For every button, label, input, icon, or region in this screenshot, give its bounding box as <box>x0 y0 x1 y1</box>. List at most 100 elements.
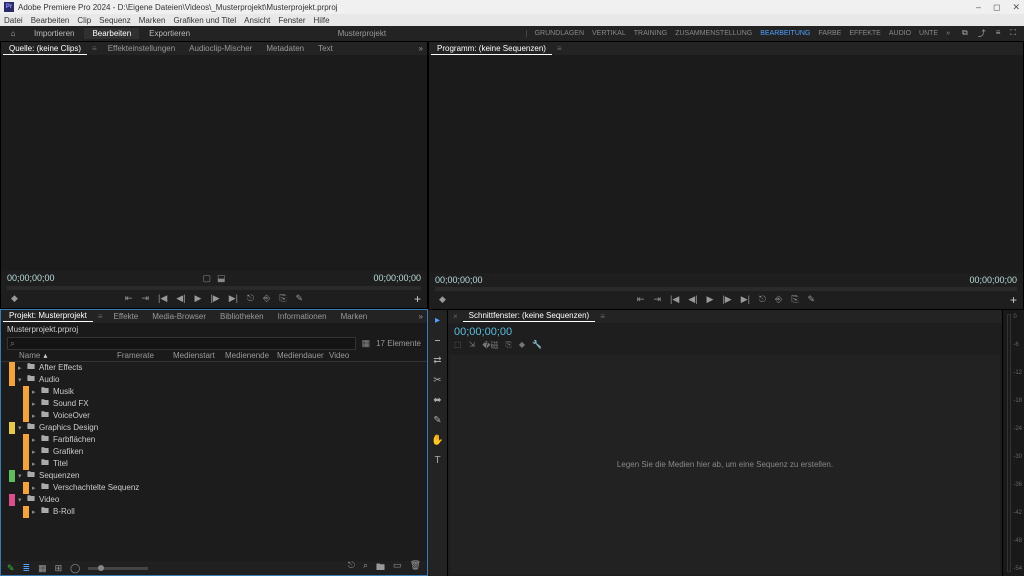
list-view-icon[interactable]: ≣ <box>23 563 31 574</box>
export-frame-icon[interactable]: ⎘ <box>791 294 798 305</box>
workspace-overflow-icon[interactable]: » <box>946 30 950 37</box>
project-item[interactable]: ▾🖿Audio <box>1 374 427 386</box>
disclosure-icon[interactable]: ▾ <box>18 424 26 432</box>
type-tool[interactable]: T <box>431 454 445 468</box>
go-in-icon[interactable]: |◀ <box>670 294 679 305</box>
marker-icon[interactable]: ◆ <box>439 294 446 305</box>
menu-hilfe[interactable]: Hilfe <box>314 16 330 25</box>
pencil-icon[interactable]: ✎ <box>7 563 15 574</box>
menu-datei[interactable]: Datei <box>4 16 23 25</box>
menu-sequenz[interactable]: Sequenz <box>99 16 131 25</box>
project-item[interactable]: ▸🖿Musik <box>1 386 427 398</box>
marker-icon[interactable]: ◆ <box>11 293 18 304</box>
menu-bearbeiten[interactable]: Bearbeiten <box>31 16 70 25</box>
disclosure-icon[interactable]: ▾ <box>18 496 26 504</box>
extract-icon[interactable]: ⎆ <box>263 293 270 304</box>
new-item-icon[interactable]: ▭ <box>393 560 402 576</box>
home-button[interactable]: ⌂ <box>0 29 26 38</box>
go-in-icon[interactable]: |◀ <box>158 293 167 304</box>
disclosure-icon[interactable]: ▸ <box>32 460 40 468</box>
project-item[interactable]: ▸🖿After Effects <box>1 362 427 374</box>
project-item[interactable]: ▸🖿Sound FX <box>1 398 427 410</box>
project-tab[interactable]: Projekt: Musterprojekt <box>3 310 93 322</box>
program-tab[interactable]: Programm: (keine Sequenzen) <box>431 43 552 55</box>
play-icon[interactable]: ▶ <box>195 293 202 304</box>
project-search-input[interactable] <box>7 337 356 350</box>
go-out-icon[interactable]: ▶| <box>741 294 750 305</box>
menu-fenster[interactable]: Fenster <box>278 16 305 25</box>
step-fwd-icon[interactable]: |▶ <box>210 293 219 304</box>
mark-out-icon[interactable]: ⇥ <box>653 294 661 305</box>
workspace-grundlagen[interactable]: GRUNDLAGEN <box>535 30 584 37</box>
timeline-timecode[interactable]: 00;00;00;00 <box>454 326 996 338</box>
program-view[interactable] <box>429 55 1023 273</box>
workspace-vertikal[interactable]: VERTIKAL <box>592 30 626 37</box>
play-icon[interactable]: ▶ <box>707 294 714 305</box>
timeline-drop-area[interactable]: Legen Sie die Medien hier ab, um eine Se… <box>450 355 1000 575</box>
project-item[interactable]: ▸🖿Titel <box>1 458 427 470</box>
disclosure-icon[interactable]: ▸ <box>32 436 40 444</box>
share-icon[interactable]: ⤴ <box>978 28 986 39</box>
half-icon[interactable]: ⬓ <box>217 273 226 284</box>
add-button[interactable]: + <box>1010 293 1017 307</box>
lift-icon[interactable]: ⎋ <box>759 294 766 305</box>
delete-icon[interactable]: 🗑 <box>410 560 421 576</box>
source-tab[interactable]: Quelle: (keine Clips) <box>3 43 87 55</box>
mode-exportieren[interactable]: Exportieren <box>141 28 198 39</box>
workspace-training[interactable]: TRAINING <box>634 30 667 37</box>
settings-icon[interactable]: ✎ <box>296 293 304 304</box>
workspace-farbe[interactable]: FARBE <box>818 30 841 37</box>
mark-in-icon[interactable]: ⇤ <box>637 294 645 305</box>
overflow-icon[interactable]: » <box>415 44 427 53</box>
link-icon[interactable]: ⎘ <box>505 340 511 351</box>
marker-icon[interactable]: ◆ <box>519 340 525 351</box>
step-fwd-icon[interactable]: |▶ <box>722 294 731 305</box>
project-tab[interactable]: Marken <box>335 311 374 322</box>
mark-out-icon[interactable]: ⇥ <box>141 293 149 304</box>
source-tab[interactable]: Audioclip-Mischer <box>183 43 258 54</box>
ripple-tool[interactable]: ⇄ <box>431 354 445 368</box>
freeform-view-icon[interactable]: ⊞ <box>55 563 63 574</box>
icon-view-icon[interactable]: ▦ <box>38 563 47 574</box>
zoom-out-icon[interactable]: ◯ <box>70 563 80 574</box>
mode-bearbeiten[interactable]: Bearbeiten <box>84 28 139 39</box>
menu-clip[interactable]: Clip <box>77 16 91 25</box>
find-icon[interactable]: ⌕ <box>363 560 368 576</box>
zoom-slider[interactable] <box>88 567 148 570</box>
project-item[interactable]: ▸🖿Verschachtelte Sequenz <box>1 482 427 494</box>
workspace-audio[interactable]: AUDIO <box>889 30 911 37</box>
project-item[interactable]: ▸🖿VoiceOver <box>1 410 427 422</box>
disclosure-icon[interactable]: ▸ <box>32 448 40 456</box>
project-tab[interactable]: Media-Browser <box>146 311 212 322</box>
menu-grafiken und titel[interactable]: Grafiken und Titel <box>173 16 236 25</box>
go-out-icon[interactable]: ▶| <box>229 293 238 304</box>
disclosure-icon[interactable]: ▸ <box>32 508 40 516</box>
workspace-unte[interactable]: UNTE <box>919 30 938 37</box>
workspace-menu-icon[interactable]: ≡ <box>996 28 1001 39</box>
workspace-bearbeitung[interactable]: BEARBEITUNG <box>760 30 810 37</box>
mark-in-icon[interactable]: ⇤ <box>125 293 133 304</box>
quick-export-icon[interactable]: ⧉ <box>962 28 968 39</box>
new-bin-icon[interactable]: ▦ <box>362 338 371 349</box>
export-frame-icon[interactable]: ⎘ <box>279 293 286 304</box>
project-tab[interactable]: Bibliotheken <box>214 311 270 322</box>
project-tab[interactable]: Informationen <box>272 311 333 322</box>
workspace-zusammenstellung[interactable]: ZUSAMMENSTELLUNG <box>675 30 752 37</box>
project-item[interactable]: ▾🖿Graphics Design <box>1 422 427 434</box>
project-item[interactable]: ▸🖿Farbflächen <box>1 434 427 446</box>
menu-ansicht[interactable]: Ansicht <box>244 16 270 25</box>
overflow-icon[interactable]: » <box>415 312 427 321</box>
disclosure-icon[interactable]: ▸ <box>18 364 26 372</box>
add-button[interactable]: + <box>414 292 421 306</box>
project-item[interactable]: ▾🖿Sequenzen <box>1 470 427 482</box>
pen-tool[interactable]: ✎ <box>431 414 445 428</box>
disclosure-icon[interactable]: ▾ <box>18 376 26 384</box>
settings-icon[interactable]: ✎ <box>808 294 816 305</box>
disclosure-icon[interactable]: ▸ <box>32 484 40 492</box>
selection-tool[interactable]: ▸ <box>431 314 445 328</box>
snap-icon[interactable]: �磁 <box>482 340 498 351</box>
source-view[interactable] <box>1 55 427 271</box>
disclosure-icon[interactable]: ▾ <box>18 472 26 480</box>
step-back-icon[interactable]: ◀| <box>688 294 697 305</box>
extract-icon[interactable]: ⎆ <box>775 294 782 305</box>
